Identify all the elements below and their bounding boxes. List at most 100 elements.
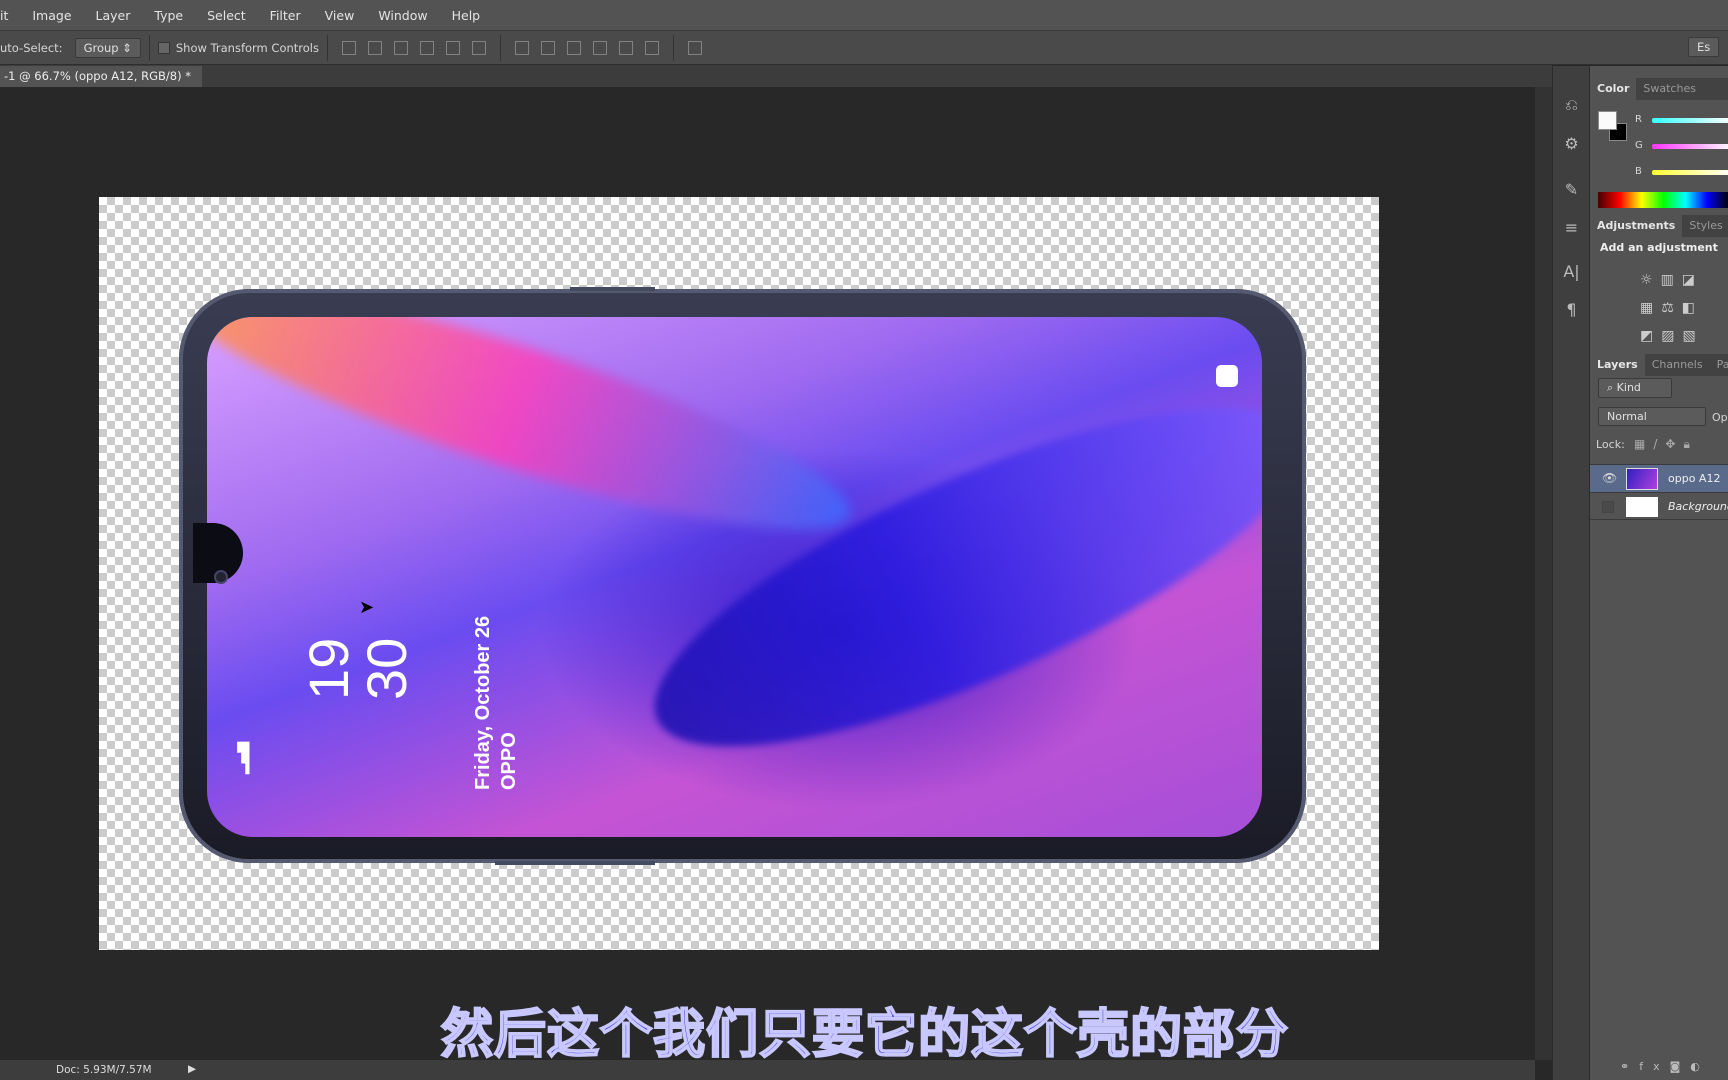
- menu-help[interactable]: Help: [440, 8, 493, 23]
- status-bar: Doc: 5.93M/7.57M ▶: [0, 1060, 1535, 1080]
- menu-filter[interactable]: Filter: [258, 8, 313, 23]
- lock-pixels-icon[interactable]: ▦: [1634, 437, 1653, 451]
- show-transform-checkbox[interactable]: [157, 41, 170, 54]
- gradient-map-icon[interactable]: ▧: [1682, 328, 1703, 344]
- brushes-icon[interactable]: ✎: [1553, 170, 1590, 208]
- levels-icon[interactable]: ▥: [1661, 272, 1682, 288]
- tab-paths[interactable]: Path: [1710, 354, 1728, 376]
- options-bar: uto-Select: Group ⇕ Show Transform Contr…: [0, 30, 1728, 65]
- align-top-icon[interactable]: [341, 40, 356, 55]
- add-adjustment-label: Add an adjustment: [1600, 241, 1718, 254]
- menu-select[interactable]: Select: [195, 8, 258, 23]
- phone-screen: [207, 317, 1262, 837]
- tab-adjustments[interactable]: Adjustments: [1590, 215, 1683, 237]
- clock-minute: 30: [355, 637, 418, 700]
- lock-move-icon[interactable]: ✥: [1665, 437, 1683, 451]
- channel-b-label: B: [1635, 166, 1642, 177]
- lock-brush-icon[interactable]: /: [1653, 437, 1665, 451]
- invert-icon[interactable]: ◩: [1640, 328, 1661, 344]
- curves-icon[interactable]: ◪: [1682, 272, 1703, 288]
- menu-view[interactable]: View: [313, 8, 367, 23]
- distribute-right-icon[interactable]: [644, 40, 659, 55]
- menu-type[interactable]: Type: [142, 8, 195, 23]
- vertical-scrollbar[interactable]: [1535, 87, 1552, 1060]
- eye-icon[interactable]: 👁︎: [1602, 471, 1617, 485]
- kind-label: Kind: [1616, 381, 1641, 394]
- foreground-color-swatch[interactable]: [1598, 111, 1617, 130]
- paragraph-icon[interactable]: ¶: [1553, 290, 1590, 328]
- adjustments-panel-tabs: Adjustments Styles: [1590, 215, 1728, 237]
- lockscreen-date: Friday, October 26 OPPO: [470, 616, 522, 790]
- clock-hour: 19: [297, 637, 360, 700]
- brightness-icon[interactable]: ☼: [1640, 272, 1661, 288]
- lock-icons: ▦/✥🔒︎: [1634, 437, 1698, 452]
- status-menu-arrow-icon[interactable]: ▶: [188, 1063, 196, 1075]
- layer-name[interactable]: oppo A12: [1668, 472, 1720, 485]
- hue-icon[interactable]: ▦: [1640, 300, 1661, 316]
- menu-image[interactable]: Image: [20, 8, 83, 23]
- align-left-icon[interactable]: [419, 40, 434, 55]
- black-white-icon[interactable]: ◧: [1682, 300, 1703, 316]
- auto-select-dropdown[interactable]: Group ⇕: [74, 37, 141, 58]
- brush-presets-icon[interactable]: ≡: [1553, 208, 1590, 246]
- layer-kind-filter[interactable]: ⌕ Kind: [1598, 378, 1672, 398]
- menu-layer[interactable]: Layer: [84, 8, 143, 23]
- opacity-label: Op: [1712, 411, 1728, 424]
- layer-name[interactable]: Background: [1668, 500, 1728, 513]
- distribute-hcenter-icon[interactable]: [618, 40, 633, 55]
- auto-select-label: uto-Select:: [0, 40, 63, 55]
- panel-icon-column: ⎌ ⚙ ✎ ≡ A| ¶: [1552, 66, 1589, 1080]
- threshold-icon[interactable]: ▨: [1661, 328, 1682, 344]
- history-icon[interactable]: ⎌: [1553, 86, 1590, 124]
- menu-edit[interactable]: it: [0, 8, 20, 23]
- auto-align-icon[interactable]: [687, 40, 702, 55]
- color-spectrum[interactable]: [1598, 192, 1728, 208]
- adjustment-icons: ☼▥◪ ▦⚖◧ ◩▨▧: [1640, 266, 1728, 350]
- color-balance-icon[interactable]: ⚖: [1661, 300, 1682, 316]
- distribute-bottom-icon[interactable]: [566, 40, 581, 55]
- menu-window[interactable]: Window: [366, 8, 439, 23]
- blend-mode-dropdown[interactable]: Normal: [1598, 407, 1706, 426]
- channel-r-label: R: [1635, 114, 1642, 125]
- distribute-left-icon[interactable]: [592, 40, 607, 55]
- menu-bar: it Image Layer Type Select Filter View W…: [0, 0, 1728, 30]
- character-icon[interactable]: A|: [1553, 252, 1590, 290]
- align-bottom-icon[interactable]: [393, 40, 408, 55]
- align-right-icon[interactable]: [471, 40, 486, 55]
- blue-slider[interactable]: [1652, 170, 1728, 175]
- tab-channels[interactable]: Channels: [1645, 354, 1710, 376]
- essentials-button[interactable]: Es: [1688, 37, 1720, 57]
- layers-footer: ⚭fx◙◐: [1590, 1060, 1728, 1080]
- tab-layers[interactable]: Layers: [1590, 354, 1645, 376]
- tab-color[interactable]: Color: [1590, 78, 1637, 100]
- layer-row[interactable]: Background: [1590, 492, 1728, 520]
- document-tab[interactable]: -1 @ 66.7% (oppo A12, RGB/8) * ×: [0, 66, 202, 97]
- visibility-toggle[interactable]: [1602, 501, 1614, 513]
- document-tab-title: -1 @ 66.7% (oppo A12, RGB/8) *: [4, 69, 191, 83]
- adjustment-layer-icon[interactable]: ◐: [1690, 1060, 1710, 1073]
- distribute-top-icon[interactable]: [514, 40, 529, 55]
- align-vcenter-icon[interactable]: [367, 40, 382, 55]
- tab-styles[interactable]: Styles: [1682, 215, 1728, 237]
- green-slider[interactable]: [1652, 144, 1728, 149]
- move-cursor-icon: ➤: [359, 597, 375, 618]
- lockscreen-clock: 19 30: [297, 637, 418, 700]
- mask-icon[interactable]: ◙: [1670, 1060, 1691, 1073]
- distribute-vcenter-icon[interactable]: [540, 40, 555, 55]
- auto-select-value: Group: [83, 40, 119, 55]
- layers-panel-tabs: Layers Channels Path: [1590, 354, 1728, 376]
- right-panel: Color Swatches R G B Adjustments Styles …: [1589, 66, 1728, 1080]
- layer-row[interactable]: 👁︎ oppo A12: [1590, 464, 1728, 492]
- link-icon[interactable]: ⚭: [1620, 1060, 1639, 1073]
- lock-all-icon[interactable]: 🔒︎: [1683, 437, 1697, 451]
- doc-size: Doc: 5.93M/7.57M: [56, 1064, 152, 1076]
- blend-mode-value: Normal: [1607, 410, 1647, 423]
- fx-icon[interactable]: fx: [1639, 1060, 1669, 1073]
- layer-thumbnail: [1626, 497, 1658, 517]
- properties-icon[interactable]: ⚙: [1553, 124, 1590, 162]
- date-text: Friday, October 26: [472, 615, 494, 790]
- tab-swatches[interactable]: Swatches: [1636, 78, 1703, 100]
- red-slider[interactable]: [1652, 118, 1728, 123]
- align-hcenter-icon[interactable]: [445, 40, 460, 55]
- phone-button: [570, 287, 655, 291]
